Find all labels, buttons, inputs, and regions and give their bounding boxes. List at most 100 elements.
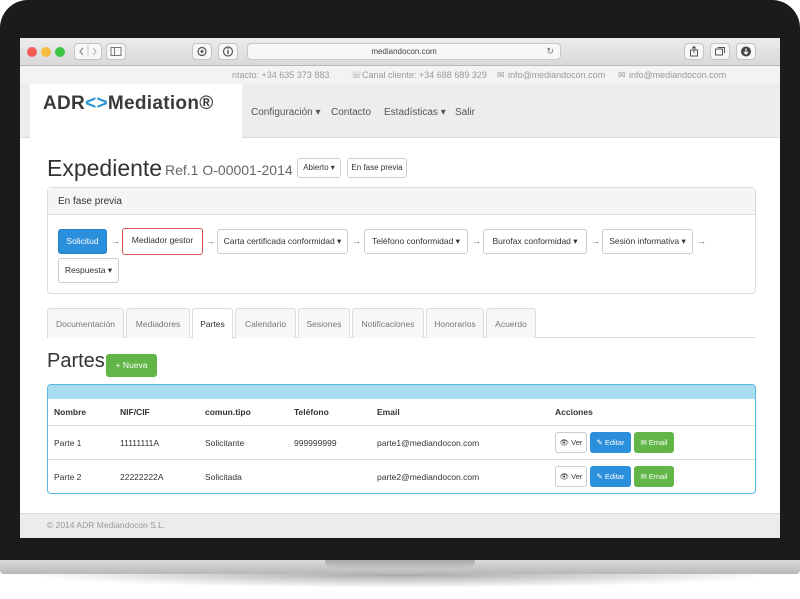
cell-tipo: Solicitante — [205, 438, 245, 448]
ver-button[interactable]: 👁 Ver — [555, 466, 587, 487]
privacy-report-button[interactable] — [192, 43, 212, 60]
logo-part-arrows: <> — [85, 93, 108, 114]
step-carta-certificada[interactable]: Carta certificada conformidad ▾ — [217, 229, 348, 254]
minimize-window-button[interactable] — [41, 47, 51, 57]
col-tipo: comun.tipo — [205, 407, 251, 417]
status-dropdown[interactable]: Abierto ▾ — [297, 158, 341, 178]
col-nif: NIF/CIF — [120, 407, 150, 417]
close-window-button[interactable] — [27, 47, 37, 57]
laptop-notch — [325, 560, 475, 569]
url-text: mediandocon.com — [371, 47, 437, 56]
tab-acuerdo[interactable]: Acuerdo — [486, 308, 536, 338]
logo[interactable]: ADR<>Mediation® — [30, 84, 242, 138]
editar-button[interactable]: ✎ Editar — [590, 432, 631, 453]
tabs-icon — [715, 47, 725, 56]
step-sesion-informativa[interactable]: Sesión informativa ▾ — [602, 229, 693, 254]
workflow-panel: En fase previa Solicitud → Mediador gest… — [47, 187, 756, 294]
canal-cliente: Canal cliente: +34 688 689 329 — [362, 70, 487, 80]
laptop-mockup: mediandocon.com ↻ ntacto: +34 635 373 88… — [0, 0, 800, 599]
step-burofax-conformidad[interactable]: Burofax conformidad ▾ — [483, 229, 587, 254]
table-row: Parte 2 22222222A Solicitada parte2@medi… — [48, 459, 755, 493]
download-icon — [741, 46, 751, 57]
sidebar-toggle-button[interactable] — [106, 43, 126, 60]
add-parte-button[interactable]: + Nueva — [106, 354, 157, 377]
email-link-2[interactable]: info@mediandocon.com — [629, 70, 726, 80]
downloads-button[interactable] — [736, 43, 756, 60]
col-nombre: Nombre — [54, 407, 87, 417]
email-link-1[interactable]: info@mediandocon.com — [508, 70, 605, 80]
tab-documentacion[interactable]: Documentación — [47, 308, 124, 338]
editar-button[interactable]: ✎ Editar — [590, 466, 631, 487]
shield-icon — [197, 46, 207, 57]
arrow-icon: → — [206, 236, 215, 246]
step-respuesta[interactable]: Respuesta ▾ — [58, 258, 119, 283]
info-button[interactable] — [218, 43, 238, 60]
tabs-overview-button[interactable] — [710, 43, 730, 60]
tab-calendario[interactable]: Calendario — [235, 308, 296, 338]
mail-icon: ✉ — [618, 70, 626, 80]
nav-estadisticas[interactable]: Estadísticas ▾ — [384, 107, 446, 118]
expediente-ref: Ref.1 O-00001-2014 — [165, 162, 293, 178]
email-button[interactable]: ✉ Email — [634, 466, 674, 487]
cell-tipo: Solicitada — [205, 472, 242, 482]
section-title: Partes — [47, 350, 105, 372]
back-forward-buttons[interactable] — [74, 43, 102, 60]
logo-part-mediation: Mediation® — [107, 93, 214, 114]
cell-email: parte2@mediandocon.com — [377, 472, 480, 482]
reload-icon[interactable]: ↻ — [546, 44, 554, 59]
address-bar[interactable]: mediandocon.com ↻ — [247, 43, 561, 60]
page-title: Expediente — [47, 155, 163, 181]
arrow-icon: → — [472, 236, 481, 246]
cell-nif: 11111111A — [120, 438, 160, 448]
share-icon — [690, 45, 698, 57]
nav-contacto[interactable]: Contacto — [331, 107, 371, 118]
workflow-heading: En fase previa — [48, 188, 755, 215]
phase-button[interactable]: En fase previa — [347, 158, 407, 178]
laptop-shadow — [20, 574, 780, 588]
tab-mediadores[interactable]: Mediadores — [126, 308, 190, 338]
mail-icon: ✉ — [497, 70, 505, 80]
tab-partes[interactable]: Partes — [192, 308, 233, 339]
sidebar-icon — [110, 47, 122, 56]
email-button[interactable]: ✉ Email — [634, 432, 674, 453]
nav-configuracion[interactable]: Configuración ▾ — [251, 107, 321, 118]
zoom-window-button[interactable] — [55, 47, 65, 57]
arrow-icon: → — [591, 236, 600, 246]
browser-toolbar: mediandocon.com ↻ — [20, 38, 780, 66]
cell-email: parte1@mediandocon.com — [377, 438, 480, 448]
col-acciones: Acciones — [555, 407, 593, 417]
arrow-icon: → — [352, 236, 361, 246]
share-button[interactable] — [684, 43, 704, 60]
cell-nombre: Parte 2 — [54, 472, 82, 482]
col-email: Email — [377, 407, 400, 417]
site-header: ADR<>Mediation® Configuración ▾ Contacto… — [20, 84, 780, 138]
contact-strip: ntacto: +34 635 373 883 ☏ Canal cliente:… — [20, 66, 780, 84]
col-telefono: Teléfono — [294, 407, 329, 417]
logo-text: ADR<>Mediation® — [43, 93, 214, 115]
back-forward-icon — [79, 46, 97, 57]
tab-sesiones[interactable]: Sesiones — [298, 308, 350, 338]
expediente-tabs: Documentación Mediadores Partes Calendar… — [47, 308, 756, 339]
nav-salir[interactable]: Salir — [455, 107, 475, 118]
step-telefono-conformidad[interactable]: Teléfono conformidad ▾ — [364, 229, 468, 254]
arrow-icon: → — [697, 236, 706, 246]
phone-contact: ntacto: +34 635 373 883 — [232, 70, 330, 80]
table-row: Parte 1 11111111A Solicitante 999999999 … — [48, 425, 755, 459]
cell-nif: 22222222A — [120, 472, 164, 482]
arrow-icon: → — [111, 236, 120, 246]
table-header-bar — [48, 385, 755, 399]
laptop-base — [0, 560, 800, 599]
screen: mediandocon.com ↻ ntacto: +34 635 373 88… — [20, 38, 780, 538]
site-footer: © 2014 ADR Mediandocon S.L. — [20, 513, 780, 538]
cell-telefono: 999999999 — [294, 438, 337, 448]
phone-icon: ☏ — [351, 70, 363, 80]
step-solicitud[interactable]: Solicitud — [58, 229, 107, 254]
partes-table: Nombre NIF/CIF comun.tipo Teléfono Email… — [47, 384, 756, 494]
tab-notificaciones[interactable]: Notificaciones — [352, 308, 424, 338]
info-icon — [222, 46, 234, 57]
tab-honorarios[interactable]: Honorarios — [426, 308, 484, 338]
step-mediador-gestor[interactable]: Mediador gestor — [122, 228, 203, 255]
cell-nombre: Parte 1 — [54, 438, 82, 448]
ver-button[interactable]: 👁 Ver — [555, 432, 587, 453]
logo-part-adr: ADR — [43, 93, 86, 114]
